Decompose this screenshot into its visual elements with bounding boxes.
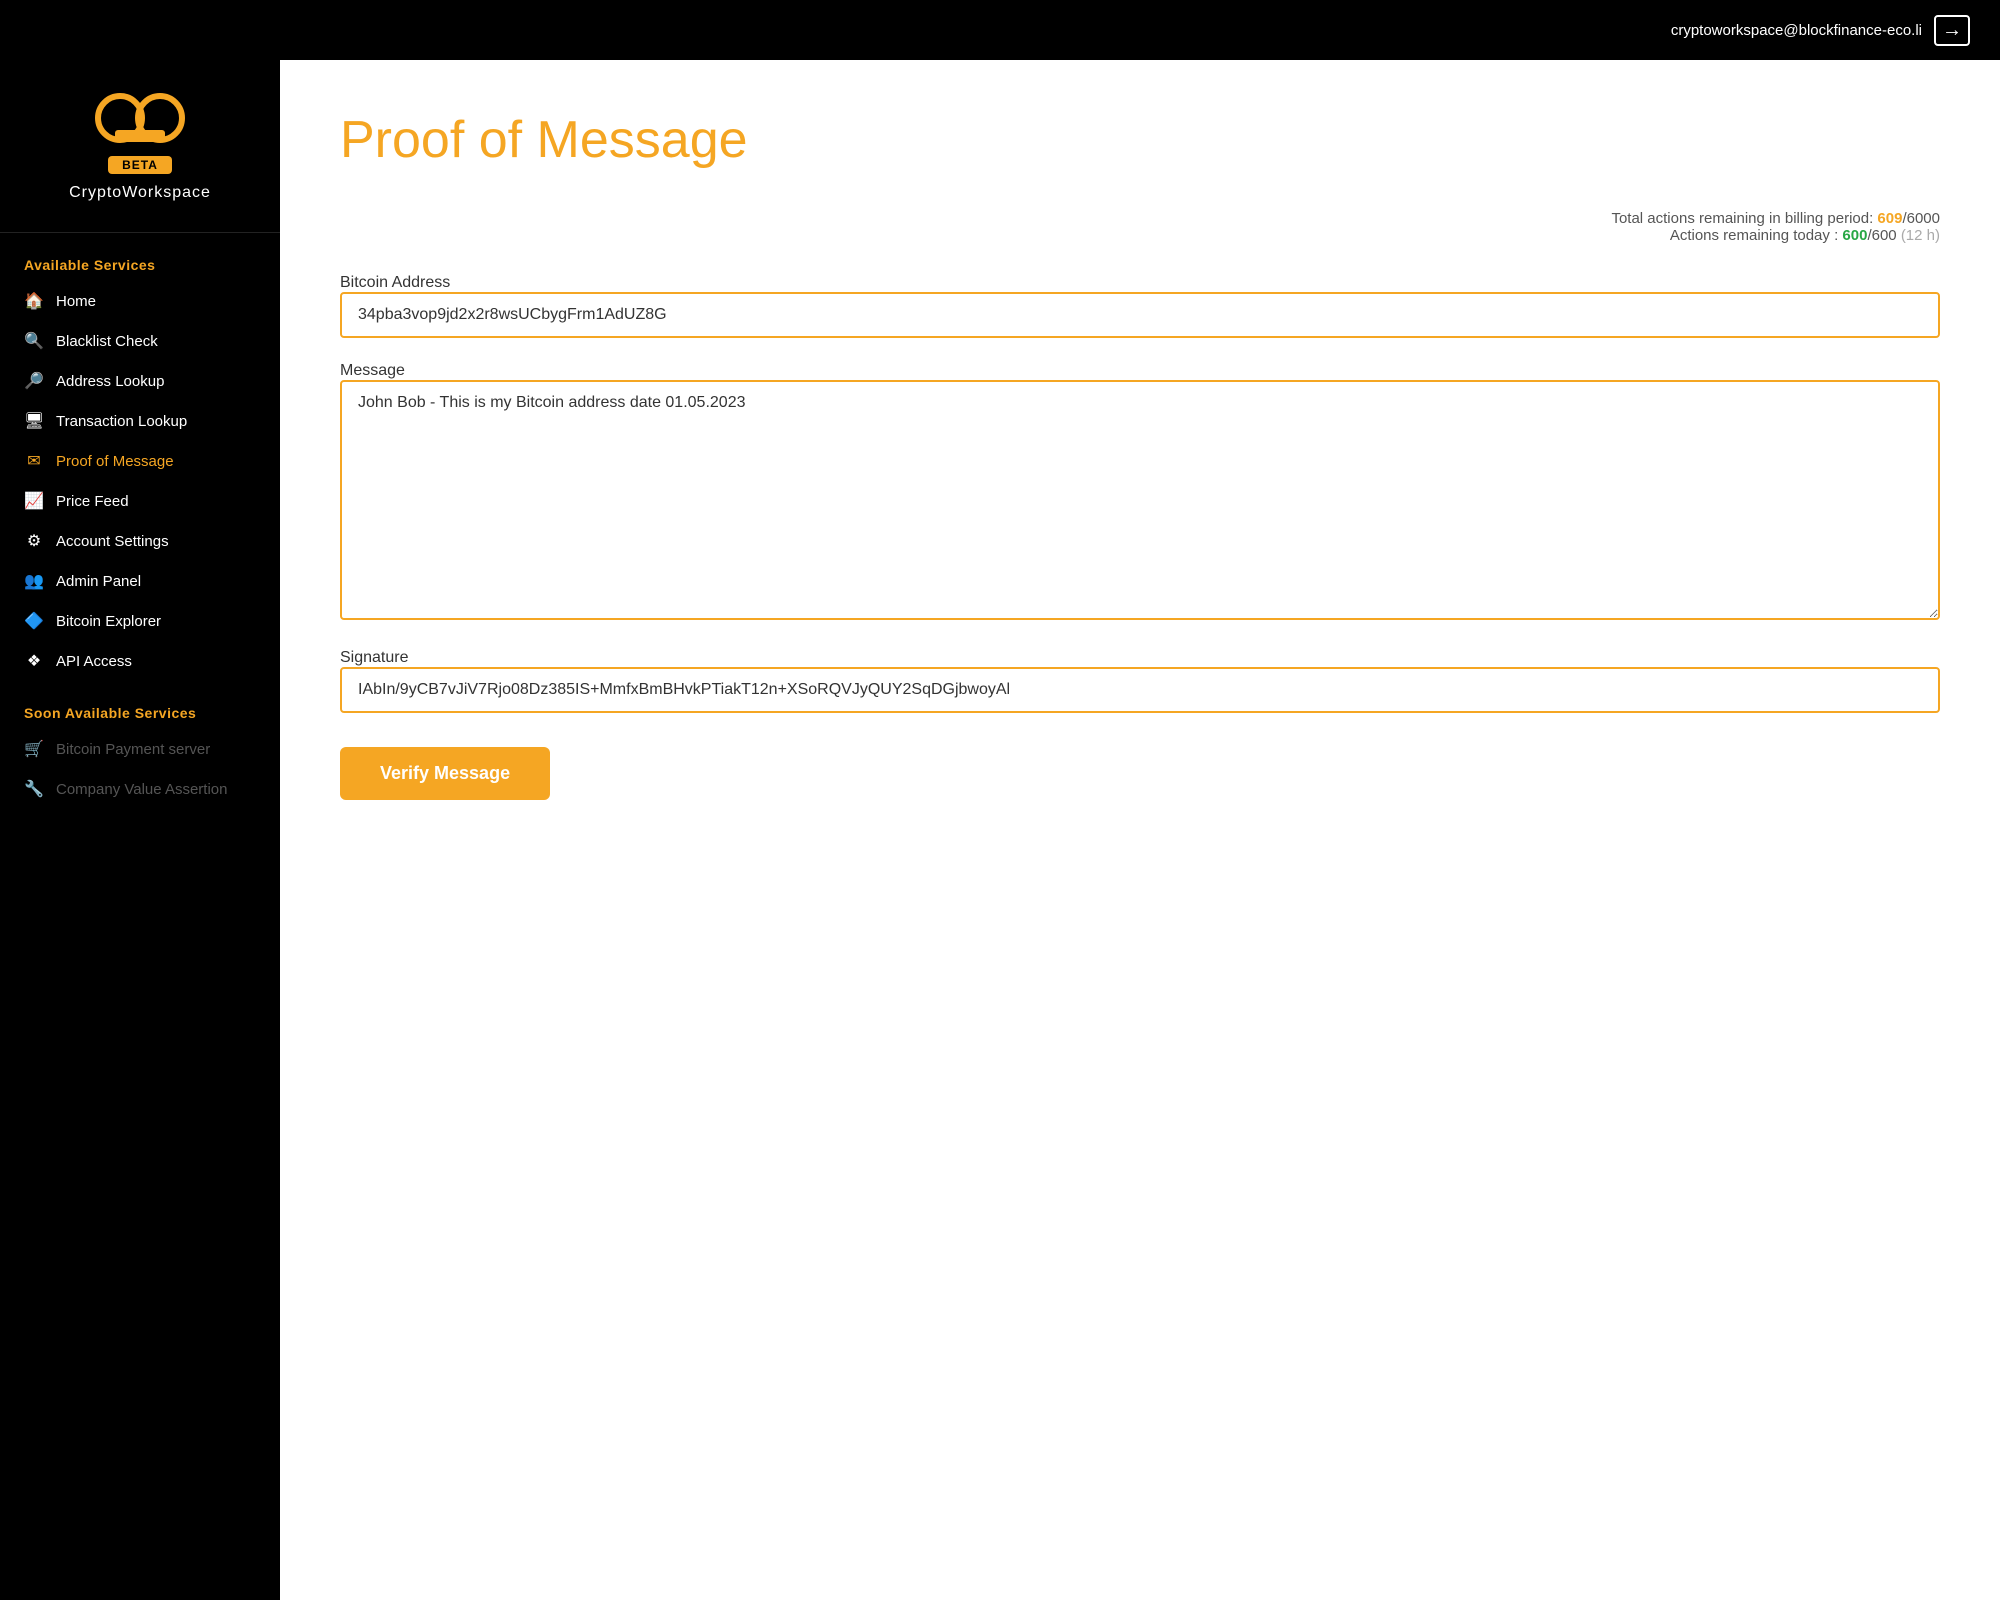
brand-section: BETA CryptoWorkspace — [0, 60, 280, 233]
sidebar: BETA CryptoWorkspace Available Services … — [0, 60, 280, 1600]
billing-total-label: Total actions remaining in billing perio… — [1611, 210, 1873, 227]
price-feed-icon: 📈 — [24, 491, 44, 511]
sidebar-item-home[interactable]: 🏠 Home — [0, 281, 280, 321]
sidebar-item-label: Transaction Lookup — [56, 413, 187, 430]
admin-icon: 👥 — [24, 571, 44, 591]
sidebar-item-account-settings[interactable]: ⚙ Account Settings — [0, 521, 280, 561]
sidebar-item-company-value: 🔧 Company Value Assertion — [0, 769, 280, 809]
signature-input[interactable] — [340, 667, 1940, 713]
billing-today-label: Actions remaining today : — [1670, 227, 1838, 244]
soon-available-title: Soon Available Services — [0, 681, 280, 729]
proof-icon: ✉ — [24, 451, 44, 471]
sidebar-item-address-lookup[interactable]: 🔎 Address Lookup — [0, 361, 280, 401]
sidebar-item-transaction-lookup[interactable]: 🖥 Transaction Lookup — [0, 401, 280, 441]
billing-today-used: 600 — [1842, 227, 1867, 244]
sidebar-item-label: Bitcoin Payment server — [56, 741, 210, 758]
available-services-title: Available Services — [0, 233, 280, 281]
brand-name: CryptoWorkspace — [69, 184, 211, 202]
signature-label: Signature — [340, 649, 409, 666]
message-input[interactable] — [340, 380, 1940, 620]
logo-icon — [90, 90, 190, 150]
sidebar-item-label: Company Value Assertion — [56, 781, 227, 798]
sidebar-item-label: Price Feed — [56, 493, 129, 510]
message-label: Message — [340, 362, 405, 379]
sidebar-item-label: API Access — [56, 653, 132, 670]
sidebar-item-label: Home — [56, 293, 96, 310]
billing-total-used: 609 — [1877, 210, 1902, 227]
sidebar-item-proof-of-message[interactable]: ✉ Proof of Message — [0, 441, 280, 481]
layout: BETA CryptoWorkspace Available Services … — [0, 60, 2000, 1600]
transaction-lookup-icon: 🖥 — [24, 411, 44, 431]
billing-today-period: (12 h) — [1901, 227, 1940, 244]
sidebar-item-price-feed[interactable]: 📈 Price Feed — [0, 481, 280, 521]
billing-info: Total actions remaining in billing perio… — [340, 210, 1940, 244]
address-lookup-icon: 🔎 — [24, 371, 44, 391]
sidebar-item-admin-panel[interactable]: 👥 Admin Panel — [0, 561, 280, 601]
bitcoin-address-input[interactable] — [340, 292, 1940, 338]
bitcoin-explorer-icon: 🔷 — [24, 611, 44, 631]
topbar: cryptoworkspace@blockfinance-eco.li → — [0, 0, 2000, 60]
blacklist-icon: 🔍 — [24, 331, 44, 351]
sidebar-item-label: Bitcoin Explorer — [56, 613, 161, 630]
billing-total-max: /6000 — [1902, 210, 1940, 227]
sidebar-item-label: Account Settings — [56, 533, 169, 550]
main-content: Proof of Message Total actions remaining… — [280, 60, 2000, 1600]
sidebar-item-bitcoin-payment: 🛒 Bitcoin Payment server — [0, 729, 280, 769]
billing-today-max: /600 — [1867, 227, 1896, 244]
settings-icon: ⚙ — [24, 531, 44, 551]
sidebar-item-label: Proof of Message — [56, 453, 174, 470]
logout-button[interactable]: → — [1934, 15, 1970, 46]
api-icon: ❖ — [24, 651, 44, 671]
bitcoin-address-label: Bitcoin Address — [340, 274, 450, 291]
verify-message-button[interactable]: Verify Message — [340, 747, 550, 800]
page-title: Proof of Message — [340, 110, 1940, 170]
sidebar-item-bitcoin-explorer[interactable]: 🔷 Bitcoin Explorer — [0, 601, 280, 641]
home-icon: 🏠 — [24, 291, 44, 311]
payment-server-icon: 🛒 — [24, 739, 44, 759]
beta-badge: BETA — [108, 156, 172, 174]
company-value-icon: 🔧 — [24, 779, 44, 799]
sidebar-item-label: Blacklist Check — [56, 333, 158, 350]
user-email: cryptoworkspace@blockfinance-eco.li — [1671, 22, 1922, 39]
sidebar-item-label: Address Lookup — [56, 373, 164, 390]
sidebar-item-blacklist[interactable]: 🔍 Blacklist Check — [0, 321, 280, 361]
sidebar-item-label: Admin Panel — [56, 573, 141, 590]
sidebar-item-api-access[interactable]: ❖ API Access — [0, 641, 280, 681]
